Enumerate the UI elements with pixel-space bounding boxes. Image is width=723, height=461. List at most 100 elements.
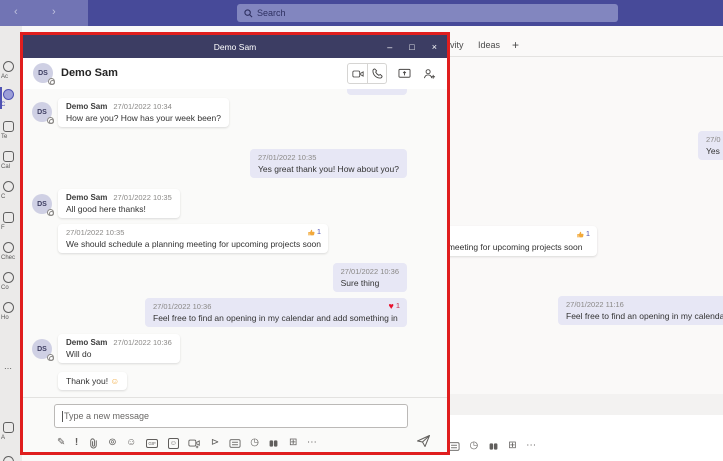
audio-call-button[interactable] xyxy=(367,64,386,83)
send-icon xyxy=(417,435,430,447)
forward-icon[interactable]: › xyxy=(52,6,56,19)
bg-message-sent-cut: 27/0 Yes xyxy=(698,131,723,160)
minimize-button[interactable]: – xyxy=(387,42,392,52)
message-bubble: 27/01/2022 10:36 Feel free to find an op… xyxy=(145,298,407,327)
set-delivery-options-icon[interactable]: ! xyxy=(75,437,78,449)
apps-store-icon xyxy=(3,422,14,433)
sticker-icon[interactable]: ☺ xyxy=(167,437,179,449)
teams-title-bar: ‹ › Search xyxy=(0,0,723,26)
attach-file-icon[interactable] xyxy=(88,437,99,449)
pinned-app-1-icon xyxy=(3,242,14,253)
presence-status-icon xyxy=(47,354,54,361)
presence-status-icon xyxy=(47,117,54,124)
message-bubble: 27/01/2022 10:35 Yes great thank you! Ho… xyxy=(250,149,407,178)
tab-ideas[interactable]: Ideas xyxy=(478,40,500,50)
video-call-button[interactable] xyxy=(348,64,367,83)
schedule-send-icon[interactable]: ◷ xyxy=(250,437,259,449)
screen-share-button[interactable] xyxy=(396,66,412,82)
approvals-flag-icon[interactable]: ⊳ xyxy=(211,437,219,449)
sidebar-item-calendar[interactable]: Cal xyxy=(0,151,22,170)
bg-message-received-cut: ng meeting for upcoming projects soon 1 xyxy=(428,226,597,256)
viva-apps-icon[interactable]: ⊞ xyxy=(508,440,516,452)
praise-icon[interactable] xyxy=(268,438,279,449)
sidebar-item-files[interactable]: F xyxy=(0,212,22,231)
more-apps-icon[interactable]: ⋯ xyxy=(4,364,12,373)
loop-component-icon[interactable]: ⊚ xyxy=(108,437,116,449)
pinned-app-2-icon xyxy=(3,272,14,283)
chat-icon xyxy=(3,89,14,100)
calendar-icon xyxy=(3,151,14,162)
pinned-app-3-icon xyxy=(3,302,14,313)
window-title: Demo Sam xyxy=(213,41,257,52)
sidebar-item-apps[interactable]: A xyxy=(0,422,22,441)
contact-name: Demo Sam xyxy=(61,67,118,79)
sender-avatar: DS xyxy=(32,339,54,361)
message-bubble: Thank you! ☺ xyxy=(58,372,128,390)
message-bubble: Hi Demo ☺ xyxy=(346,89,407,95)
bg-compose-band xyxy=(430,394,723,415)
chat-header: DS Demo Sam xyxy=(23,58,447,89)
schedule-send-icon[interactable]: ◷ xyxy=(470,440,479,452)
back-icon[interactable]: ‹ xyxy=(14,6,18,19)
message-input[interactable]: Type a new message xyxy=(54,404,408,428)
tab-activity-cut[interactable]: vity xyxy=(450,40,464,50)
avatar-initials: DS xyxy=(38,69,48,77)
sidebar-item-activity[interactable]: Ac xyxy=(0,61,22,80)
bg-compose-toolbar: ◷ ⊞ ⋯ xyxy=(448,440,536,452)
close-button[interactable]: × xyxy=(432,42,437,52)
phone-icon xyxy=(371,68,383,79)
sender-avatar: DS xyxy=(32,102,54,124)
sidebar-item-pinned-app-1[interactable]: Chec xyxy=(0,242,22,261)
viva-apps-icon[interactable]: ⊞ xyxy=(289,437,297,449)
compose-divider xyxy=(23,397,447,398)
bg-message-sent: 27/01/2022 11:16 Feel free to find an op… xyxy=(558,296,723,325)
message-bubble: Demo Sam 27/01/2022 10:35 All good here t… xyxy=(58,189,180,218)
bg-compose-area xyxy=(430,415,723,461)
files-icon xyxy=(3,212,14,223)
sidebar-item-help[interactable]: H xyxy=(0,456,22,461)
smiling-face-emoji: ☺ xyxy=(110,376,120,386)
message-bubble: Demo Sam 27/01/2022 10:36 Will do xyxy=(58,334,180,363)
add-people-button[interactable] xyxy=(421,66,437,82)
activity-bell-icon xyxy=(3,61,14,72)
smiling-face-emoji: ☺ xyxy=(390,89,399,91)
message-bubble: 27/01/2022 10:35 We should schedule a pl… xyxy=(58,224,328,253)
tabs-divider xyxy=(430,56,723,57)
contact-avatar[interactable]: DS xyxy=(33,63,55,85)
message-bubble: Demo Sam 27/01/2022 10:34 How are you? Ho… xyxy=(58,98,229,127)
sidebar-item-calls[interactable]: C xyxy=(0,181,22,200)
format-icon[interactable]: ✎ xyxy=(57,437,65,449)
add-people-icon xyxy=(423,68,435,79)
thumbs-up-icon xyxy=(308,229,315,235)
presence-status-icon xyxy=(47,209,54,216)
maximize-button[interactable]: □ xyxy=(409,42,414,52)
add-tab-icon[interactable]: + xyxy=(512,38,519,52)
thumbs-up-icon xyxy=(577,231,584,237)
thumbs-up-reaction[interactable]: 1 xyxy=(307,227,321,236)
popout-title-bar: Demo Sam – □ × xyxy=(23,35,447,58)
praise-icon[interactable] xyxy=(488,441,499,452)
message-bubble: 27/01/2022 10:36 Sure thing xyxy=(332,263,407,292)
sidebar-item-pinned-app-2[interactable]: Co xyxy=(0,272,22,291)
sidebar-item-teams[interactable]: Te xyxy=(0,121,22,140)
sender-avatar: DS xyxy=(32,194,54,216)
meet-now-icon[interactable] xyxy=(188,438,201,449)
sidebar-item-chat[interactable]: C xyxy=(0,89,22,108)
send-button[interactable] xyxy=(416,434,431,448)
emoji-icon[interactable]: ☺ xyxy=(126,437,136,449)
heart-reaction[interactable]: ♥ 1 xyxy=(388,301,400,310)
more-options-icon[interactable]: ⋯ xyxy=(526,440,536,452)
help-icon xyxy=(3,456,14,461)
more-options-icon[interactable]: ⋯ xyxy=(307,437,317,449)
message-input-placeholder: Type a new message xyxy=(64,411,150,421)
sidebar-item-pinned-app-3[interactable]: Ho xyxy=(0,302,22,321)
screen-share-icon xyxy=(398,68,410,78)
text-cursor xyxy=(62,410,63,422)
gif-icon[interactable]: GIF xyxy=(145,438,159,448)
calls-icon xyxy=(3,181,14,192)
teams-icon xyxy=(3,121,14,132)
search-input[interactable]: Search xyxy=(237,4,618,22)
thumbs-up-reaction[interactable]: 1 xyxy=(576,229,590,238)
call-button-group xyxy=(347,63,387,84)
stream-icon[interactable] xyxy=(229,438,241,449)
